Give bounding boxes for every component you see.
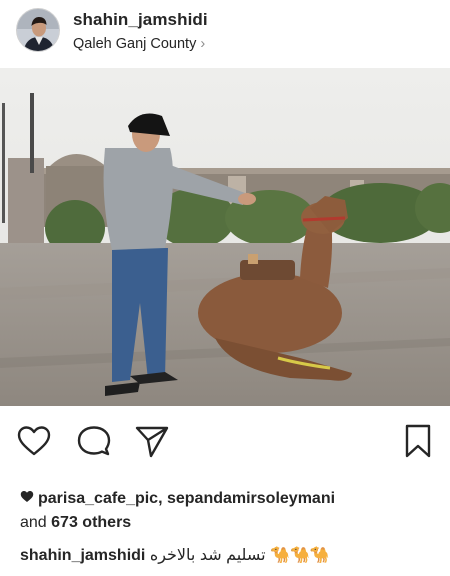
post-photo[interactable] bbox=[0, 68, 450, 406]
bookmark-icon[interactable] bbox=[400, 423, 436, 459]
liker-names[interactable]: parisa_cafe_pic, sepandamirsoleymani bbox=[38, 490, 335, 507]
location-label[interactable]: Qaleh Ganj County bbox=[73, 36, 196, 52]
share-send-icon[interactable] bbox=[134, 423, 170, 459]
avatar[interactable] bbox=[16, 8, 60, 52]
chevron-right-icon: › bbox=[200, 36, 206, 52]
post-username[interactable]: shahin_jamshidi bbox=[73, 10, 208, 30]
heart-filled-icon bbox=[20, 487, 34, 511]
caption-text: تسلیم شد بالاخره 🐪🐪🐪 bbox=[149, 547, 330, 564]
likes-others-count[interactable]: 673 others bbox=[51, 514, 131, 531]
post-caption: shahin_jamshidi تسلیم شد بالاخره 🐪🐪🐪 bbox=[20, 543, 440, 569]
action-bar bbox=[0, 406, 450, 474]
camel-photo bbox=[0, 68, 450, 406]
avatar-image bbox=[17, 9, 59, 51]
post-header: shahin_jamshidi Qaleh Ganj County › bbox=[0, 0, 450, 68]
caption-username[interactable]: shahin_jamshidi bbox=[20, 547, 145, 564]
heart-outline-icon[interactable] bbox=[16, 423, 52, 459]
post-location[interactable]: Qaleh Ganj County › bbox=[73, 36, 205, 52]
likes-and-label: and bbox=[20, 514, 47, 531]
likes-summary: parisa_cafe_pic, sepandamirsoleymani and… bbox=[20, 487, 440, 535]
comment-icon[interactable] bbox=[76, 423, 112, 459]
